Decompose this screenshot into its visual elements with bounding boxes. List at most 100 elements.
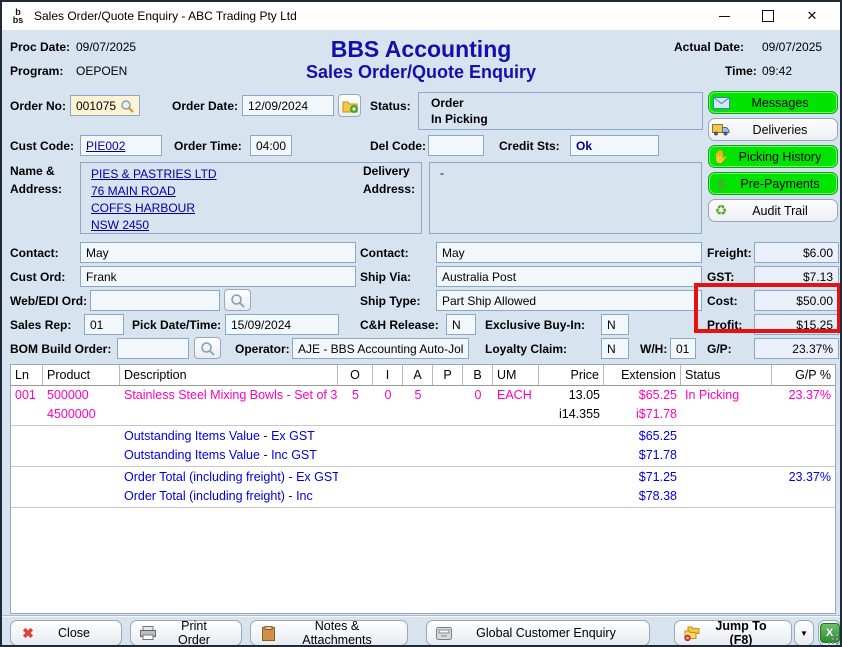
ship-via-field[interactable]: Australia Post: [436, 266, 702, 287]
cust-code-field[interactable]: PIE002: [80, 135, 162, 156]
col-header-b[interactable]: B: [463, 365, 493, 385]
order-no-label: Order No:: [10, 99, 66, 113]
ship-type-label: Ship Type:: [360, 294, 420, 308]
pre-payments-label: Pre-Payments: [733, 177, 827, 191]
maximize-icon[interactable]: [746, 2, 790, 30]
status-box: Order In Picking: [418, 92, 703, 130]
status-line1: Order: [431, 95, 702, 111]
ship-contact-label: Contact:: [360, 246, 409, 260]
minimize-icon[interactable]: [702, 2, 746, 30]
table-header-row: Ln Product Description O I A P B UM Pric…: [11, 365, 835, 386]
del-code-field[interactable]: [428, 135, 484, 156]
bom-build-order-field[interactable]: [117, 338, 189, 359]
table-row[interactable]: 001 500000 Stainless Steel Mixing Bowls …: [11, 386, 835, 405]
exclusive-buyin-field[interactable]: N: [601, 314, 629, 335]
col-header-status[interactable]: Status: [681, 365, 772, 385]
cell-price2: i14.355: [539, 405, 604, 424]
jump-to-dropdown-button[interactable]: ▼: [794, 620, 814, 646]
search-icon: [200, 341, 215, 356]
ship-contact-field[interactable]: May: [436, 242, 702, 263]
summary-gp: [772, 487, 835, 506]
picking-history-button[interactable]: ✋ Picking History: [708, 145, 838, 168]
summary-description: Outstanding Items Value - Ex GST: [120, 427, 338, 446]
col-header-gp[interactable]: G/P %: [772, 365, 835, 385]
order-time-field[interactable]: 04:00: [250, 135, 292, 156]
footer-bar: ✖ Close Print Order Notes & Attachments …: [2, 615, 840, 646]
deliveries-button[interactable]: Deliveries: [708, 118, 838, 141]
address-line-link[interactable]: PIES & PASTRIES LTD: [91, 167, 217, 181]
name-address-label-1: Name &: [10, 164, 55, 178]
cell-ln: 001: [11, 386, 43, 405]
order-date-value: 12/09/2024: [248, 99, 308, 113]
actual-date-value: 09/07/2025: [762, 40, 822, 54]
web-edi-field[interactable]: [90, 290, 220, 311]
resize-grip[interactable]: [826, 632, 838, 644]
table-row[interactable]: 4500000 i14.355 i$71.78: [11, 405, 835, 424]
bom-build-order-label: BOM Build Order:: [10, 342, 111, 356]
col-header-description[interactable]: Description: [120, 365, 338, 385]
order-date-input[interactable]: 12/09/2024: [242, 95, 334, 116]
summary-extension: $71.25: [604, 468, 681, 487]
cust-code-link[interactable]: PIE002: [86, 139, 125, 153]
col-header-a[interactable]: A: [403, 365, 433, 385]
sales-rep-label: Sales Rep:: [10, 318, 71, 332]
summary-extension: $78.38: [604, 487, 681, 506]
open-order-button[interactable]: [338, 94, 361, 117]
col-header-i[interactable]: I: [373, 365, 403, 385]
audit-trail-button[interactable]: ♻ Audit Trail: [708, 199, 838, 222]
web-edi-search-button[interactable]: [224, 289, 251, 311]
close-icon[interactable]: ✕: [790, 2, 834, 30]
chevron-down-icon: ▼: [800, 629, 808, 638]
cust-ord-value: Frank: [86, 270, 117, 284]
delivery-address-label-2: Address:: [363, 182, 415, 196]
messages-button[interactable]: Messages: [708, 91, 838, 114]
address-line-link[interactable]: 76 MAIN ROAD: [91, 184, 176, 198]
bom-search-button[interactable]: [194, 337, 221, 359]
notes-attachments-button[interactable]: Notes & Attachments: [250, 620, 408, 646]
ship-via-value: Australia Post: [442, 270, 516, 284]
cust-ord-field[interactable]: Frank: [80, 266, 356, 287]
window-title: Sales Order/Quote Enquiry - ABC Trading …: [34, 9, 297, 23]
folder-plus-icon: [342, 99, 358, 113]
col-header-extension[interactable]: Extension: [604, 365, 681, 385]
app-icon: bbs: [9, 7, 27, 25]
search-icon: [230, 293, 245, 308]
credit-sts-label: Credit Sts:: [499, 139, 560, 153]
summary-gp: [772, 427, 835, 446]
sales-rep-field[interactable]: 01: [84, 314, 124, 335]
cell-product2: 4500000: [43, 405, 120, 424]
ship-type-field[interactable]: Part Ship Allowed: [436, 290, 702, 311]
cell-status: In Picking: [681, 386, 772, 405]
gst-label: GST:: [707, 270, 734, 284]
search-icon[interactable]: [120, 99, 134, 113]
operator-field[interactable]: AJE - BBS Accounting Auto-Jol: [292, 338, 469, 359]
cell-o: 5: [338, 386, 373, 405]
order-no-input[interactable]: 001075: [70, 95, 140, 116]
exclusive-buyin-label: Exclusive Buy-In:: [485, 318, 585, 332]
notes-attachments-label: Notes & Attachments: [285, 619, 389, 647]
cell-p: [433, 386, 463, 405]
title-bar[interactable]: bbs Sales Order/Quote Enquiry - ABC Trad…: [2, 2, 840, 30]
col-header-um[interactable]: UM: [493, 365, 539, 385]
profit-label: Profit:: [707, 318, 742, 332]
address-line-link[interactable]: NSW 2450: [91, 218, 149, 232]
jump-to-button[interactable]: Jump To (F8): [674, 620, 792, 646]
pick-datetime-field[interactable]: 15/09/2024: [225, 314, 339, 335]
loyalty-claim-field[interactable]: N: [601, 338, 629, 359]
wh-field[interactable]: 01: [670, 338, 696, 359]
contact-value: May: [86, 246, 109, 260]
contact-field[interactable]: May: [80, 242, 356, 263]
global-customer-enquiry-button[interactable]: Global Customer Enquiry: [426, 620, 650, 646]
col-header-price[interactable]: Price: [539, 365, 604, 385]
close-button[interactable]: ✖ Close: [10, 620, 122, 646]
pre-payments-button[interactable]: $ Pre-Payments: [708, 172, 838, 195]
credit-sts-field[interactable]: Ok: [570, 135, 659, 156]
col-header-o[interactable]: O: [338, 365, 373, 385]
print-order-button[interactable]: Print Order: [130, 620, 242, 646]
col-header-ln[interactable]: Ln: [11, 365, 43, 385]
delivery-address-box: -: [429, 162, 702, 234]
ch-release-field[interactable]: N: [446, 314, 476, 335]
col-header-product[interactable]: Product: [43, 365, 120, 385]
address-line-link[interactable]: COFFS HARBOUR: [91, 201, 195, 215]
col-header-p[interactable]: P: [433, 365, 463, 385]
